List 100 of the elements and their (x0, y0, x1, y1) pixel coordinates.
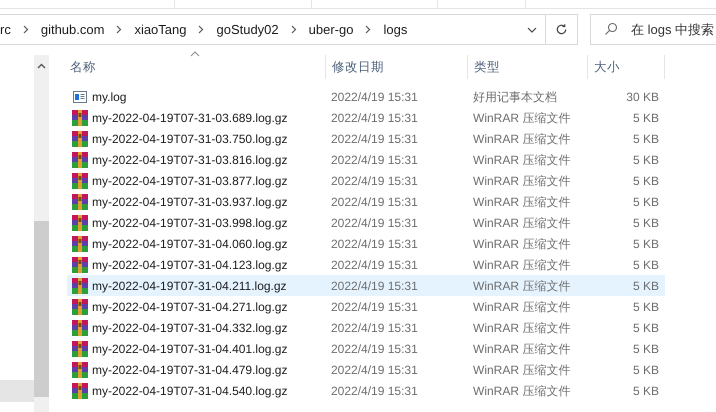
books-stack-icon (72, 236, 88, 252)
file-row[interactable]: my-2022-04-19T07-31-03.689.log.gz 2022/4/19 15:31 WinRAR 压缩文件 5 KB (67, 107, 665, 128)
address-bar[interactable]: rc github.com xiaoTang goStudy02 uber-go logs (0, 14, 578, 45)
file-row[interactable]: my-2022-04-19T07-31-04.401.log.gz 2022/4/19 15:31 WinRAR 压缩文件 5 KB (67, 338, 665, 359)
file-row[interactable]: my-2022-04-19T07-31-03.816.log.gz 2022/4/19 15:31 WinRAR 压缩文件 5 KB (67, 149, 665, 170)
file-row[interactable]: my-2022-04-19T07-31-04.123.log.gz 2022/4/19 15:31 WinRAR 压缩文件 5 KB (67, 254, 665, 275)
books-stack-icon (72, 214, 88, 230)
breadcrumb-item[interactable]: rc (0, 20, 11, 40)
breadcrumb-item[interactable]: logs (383, 20, 408, 40)
file-row[interactable]: my-2022-04-19T07-31-04.271.log.gz 2022/4/19 15:31 WinRAR 压缩文件 5 KB (67, 296, 665, 317)
file-row[interactable]: my-2022-04-19T07-31-04.060.log.gz 2022/4/19 15:31 WinRAR 压缩文件 5 KB (67, 233, 665, 254)
books-stack-icon (72, 152, 88, 168)
file-name: my-2022-04-19T07-31-03.998.log.gz (92, 214, 288, 232)
modified-date: 2022/4/19 15:31 (330, 278, 419, 294)
refresh-icon (555, 23, 568, 36)
file-row[interactable]: my-2022-04-19T07-31-03.750.log.gz 2022/4/19 15:31 WinRAR 压缩文件 5 KB (67, 128, 665, 149)
file-type: 好用记事本文档 (472, 88, 558, 106)
breadcrumb-item[interactable]: xiaoTang (134, 20, 186, 40)
modified-date: 2022/4/19 15:31 (330, 320, 419, 336)
modified-date: 2022/4/19 15:31 (330, 214, 419, 232)
sort-caret-icon[interactable] (190, 51, 200, 57)
file-type: WinRAR 压缩文件 (472, 152, 572, 168)
chevron-right-icon (198, 25, 204, 34)
books-stack-icon (72, 172, 88, 188)
file-name: my-2022-04-19T07-31-03.937.log.gz (92, 194, 288, 210)
books-stack-icon (72, 130, 88, 146)
column-header[interactable]: 类型 (467, 55, 587, 79)
books-stack-icon (72, 298, 88, 314)
scroll-thumb[interactable] (34, 221, 49, 397)
file-name: my-2022-04-19T07-31-04.271.log.gz (92, 298, 288, 316)
modified-date: 2022/4/19 15:31 (330, 298, 419, 316)
file-type: WinRAR 压缩文件 (472, 278, 572, 294)
modified-date: 2022/4/19 15:31 (330, 194, 419, 210)
modified-date: 2022/4/19 15:31 (330, 236, 419, 252)
modified-date: 2022/4/19 15:31 (330, 172, 419, 190)
file-size: 5 KB (632, 278, 659, 294)
search-field[interactable]: 在 logs 中搜索 (590, 14, 716, 45)
modified-date: 2022/4/19 15:31 (330, 340, 419, 358)
file-name: my-2022-04-19T07-31-04.332.log.gz (92, 320, 288, 336)
file-size: 5 KB (632, 172, 659, 190)
file-type: WinRAR 压缩文件 (472, 256, 572, 274)
chevron-right-icon (22, 25, 29, 34)
file-type: WinRAR 压缩文件 (472, 110, 572, 126)
text-file-icon (72, 88, 88, 104)
file-size: 5 KB (632, 130, 659, 148)
file-row[interactable]: my-2022-04-19T07-31-03.998.log.gz 2022/4/19 15:31 WinRAR 压缩文件 5 KB (67, 212, 665, 233)
modified-date: 2022/4/19 15:31 (330, 362, 419, 378)
file-name: my-2022-04-19T07-31-03.689.log.gz (92, 110, 288, 126)
column-header[interactable]: 名称 (67, 55, 325, 79)
file-name: my-2022-04-19T07-31-03.750.log.gz (92, 130, 288, 148)
scroll-up-icon[interactable] (37, 63, 46, 69)
breadcrumb-item[interactable]: goStudy02 (216, 20, 279, 40)
column-header[interactable]: 修改日期 (325, 55, 467, 79)
breadcrumb-item[interactable]: uber-go (308, 20, 354, 40)
file-row[interactable]: my-2022-04-19T07-31-03.937.log.gz 2022/4/19 15:31 WinRAR 压缩文件 5 KB (67, 191, 665, 212)
file-name: my-2022-04-19T07-31-04.211.log.gz (92, 278, 287, 294)
modified-date: 2022/4/19 15:31 (330, 382, 419, 400)
modified-date: 2022/4/19 15:31 (330, 256, 419, 274)
file-type: WinRAR 压缩文件 (472, 130, 572, 148)
file-name: my-2022-04-19T07-31-04.123.log.gz (92, 256, 288, 274)
file-type: WinRAR 压缩文件 (472, 320, 572, 336)
file-size: 5 KB (632, 256, 659, 274)
column-header[interactable]: 大小 (587, 55, 665, 79)
modified-date: 2022/4/19 15:31 (330, 110, 419, 126)
books-stack-icon (72, 194, 88, 210)
breadcrumb-item[interactable]: github.com (40, 20, 104, 40)
books-stack-icon (72, 256, 88, 272)
file-size: 5 KB (632, 340, 659, 358)
file-name: my.log (92, 88, 126, 106)
chevron-down-icon[interactable] (527, 26, 537, 32)
books-stack-icon (72, 340, 88, 356)
file-type: WinRAR 压缩文件 (472, 340, 572, 358)
file-name: my-2022-04-19T07-31-04.540.log.gz (92, 382, 288, 400)
file-name: my-2022-04-19T07-31-04.479.log.gz (92, 362, 288, 378)
chevron-right-icon (290, 25, 297, 34)
modified-date: 2022/4/19 15:31 (330, 152, 419, 168)
file-name: my-2022-04-19T07-31-03.816.log.gz (92, 152, 288, 168)
file-size: 5 KB (632, 382, 659, 400)
file-row[interactable]: my-2022-04-19T07-31-03.877.log.gz 2022/4/19 15:31 WinRAR 压缩文件 5 KB (67, 170, 665, 191)
file-row[interactable]: my-2022-04-19T07-31-04.479.log.gz 2022/4/19 15:31 WinRAR 压缩文件 5 KB (67, 359, 665, 380)
books-stack-icon (72, 362, 88, 378)
file-row[interactable]: my-2022-04-19T07-31-04.332.log.gz 2022/4/19 15:31 WinRAR 压缩文件 5 KB (67, 317, 665, 338)
file-row[interactable]: my-2022-04-19T07-31-04.540.log.gz 2022/4/19 15:31 WinRAR 压缩文件 5 KB (67, 380, 665, 401)
modified-date: 2022/4/19 15:31 (330, 130, 419, 148)
file-type: WinRAR 压缩文件 (472, 172, 572, 190)
file-size: 5 KB (632, 110, 659, 126)
file-size: 5 KB (632, 236, 659, 252)
file-type: WinRAR 压缩文件 (472, 236, 572, 252)
books-stack-icon (72, 382, 88, 398)
scrollbar[interactable] (34, 55, 49, 412)
search-icon (604, 22, 618, 36)
file-row[interactable]: my.log 2022/4/19 15:31 好用记事本文档 30 KB (67, 86, 665, 107)
books-stack-icon (72, 278, 88, 294)
file-size: 5 KB (632, 194, 659, 210)
chevron-right-icon (365, 25, 372, 34)
chevron-right-icon (116, 25, 122, 34)
file-type: WinRAR 压缩文件 (472, 298, 572, 316)
file-type: WinRAR 压缩文件 (472, 214, 572, 232)
file-name: my-2022-04-19T07-31-03.877.log.gz (92, 172, 288, 190)
file-row[interactable]: my-2022-04-19T07-31-04.211.log.gz 2022/4/19 15:31 WinRAR 压缩文件 5 KB (67, 275, 665, 296)
